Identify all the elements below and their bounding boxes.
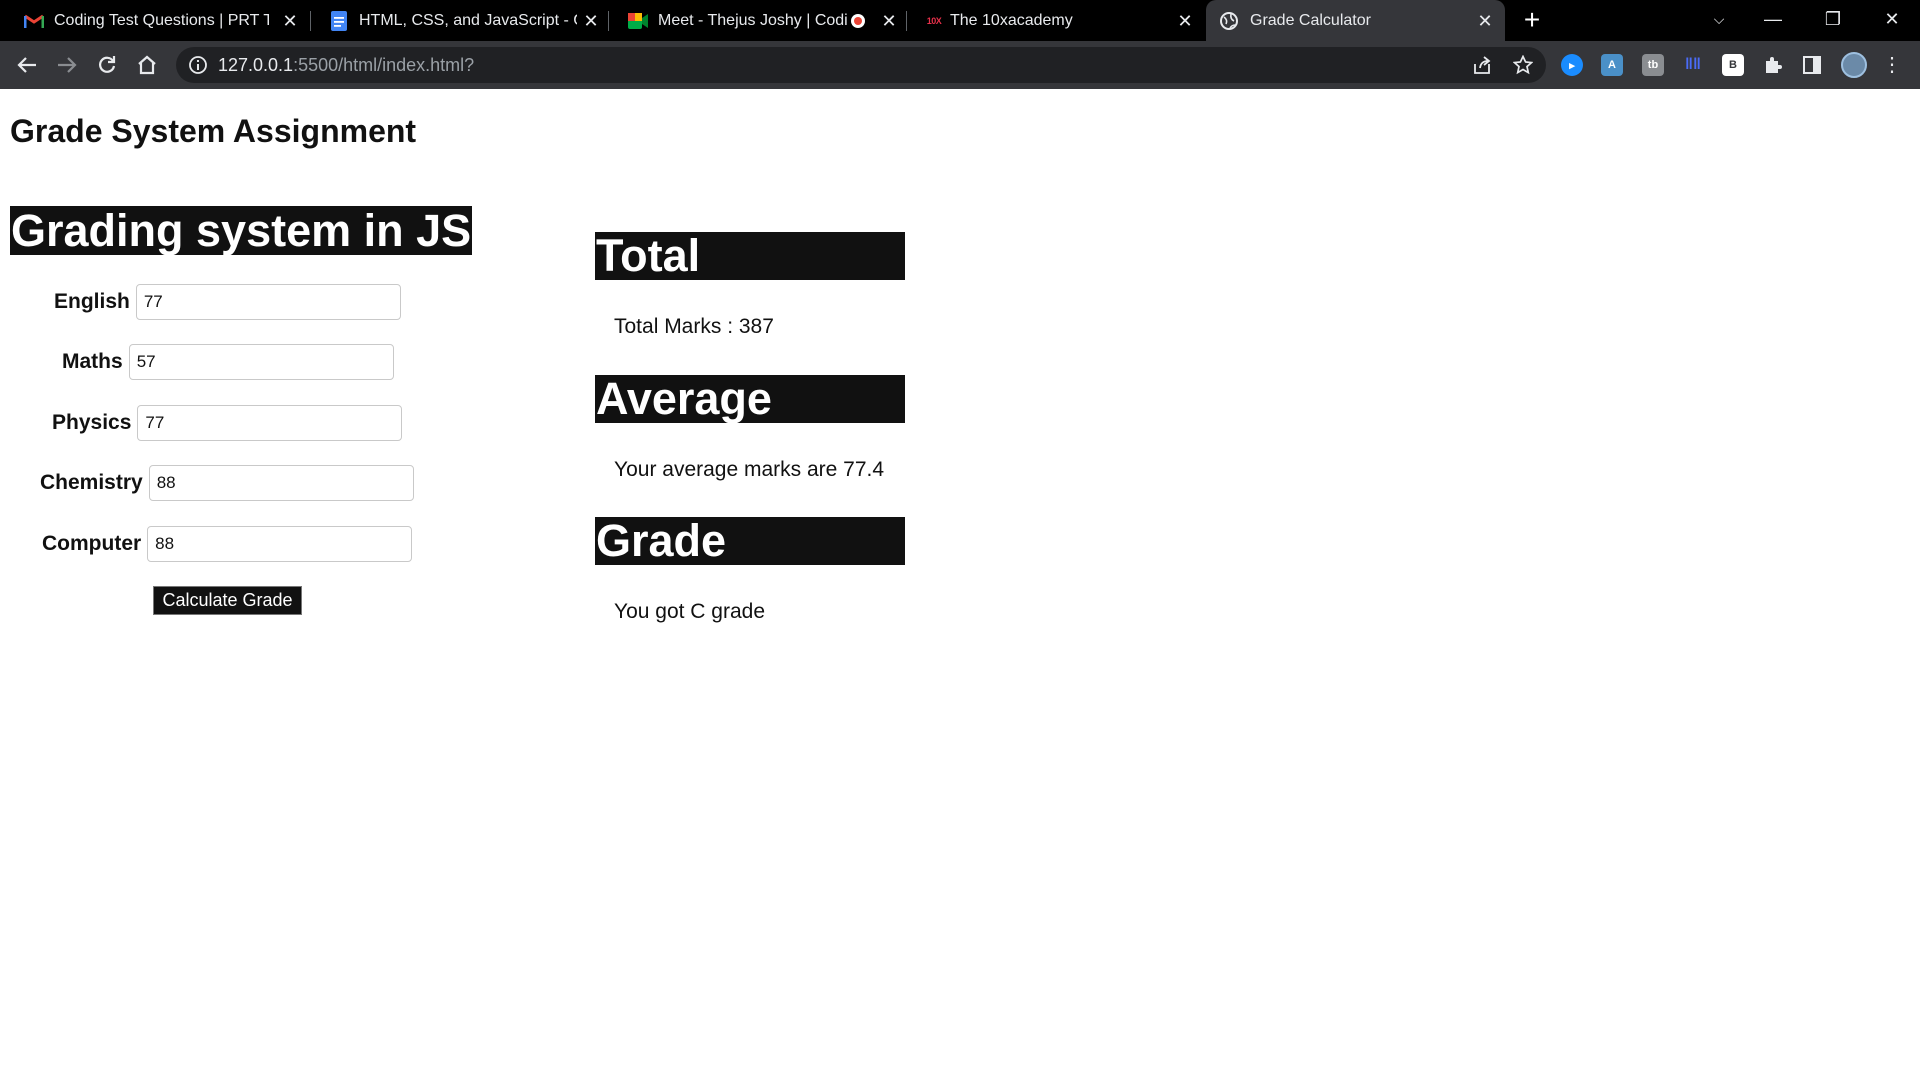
extension-translate-icon[interactable]: A bbox=[1601, 54, 1623, 76]
close-tab-icon[interactable]: ✕ bbox=[1474, 10, 1496, 32]
tab-meet[interactable]: Meet - Thejus Joshy | Coding ✕ bbox=[604, 0, 909, 41]
extension-b-icon[interactable]: B bbox=[1722, 54, 1744, 76]
recording-icon bbox=[851, 14, 865, 28]
close-tab-icon[interactable]: ✕ bbox=[279, 10, 301, 32]
browser-toolbar: 127.0.0.1:5500/html/index.html? ▸ A tb ǁ… bbox=[0, 41, 1920, 89]
extension-tb-icon[interactable]: tb bbox=[1642, 54, 1664, 76]
physics-input[interactable] bbox=[137, 405, 403, 441]
gmail-icon bbox=[24, 11, 44, 31]
meet-icon bbox=[628, 11, 648, 31]
english-input[interactable] bbox=[135, 284, 401, 320]
extensions-puzzle-icon[interactable] bbox=[1762, 54, 1784, 76]
maths-label: Maths bbox=[62, 350, 123, 373]
close-tab-icon[interactable]: ✕ bbox=[580, 10, 602, 32]
total-marks-text: Total Marks : 387 bbox=[614, 315, 774, 338]
computer-label: Computer bbox=[42, 532, 142, 555]
tab-search-icon[interactable]: ⌵ bbox=[1691, 0, 1747, 41]
average-marks-text: Your average marks are 77.4 bbox=[614, 458, 885, 481]
close-tab-icon[interactable]: ✕ bbox=[1174, 10, 1196, 32]
extension-chart-icon[interactable]: ǁǁ bbox=[1682, 54, 1704, 76]
forward-icon[interactable] bbox=[52, 50, 82, 80]
physics-field: Physics bbox=[52, 405, 403, 441]
tab-title: Coding Test Questions | PRT Test bbox=[54, 12, 269, 29]
english-label: English bbox=[54, 290, 130, 313]
tab-docs[interactable]: HTML, CSS, and JavaScript - GRA ✕ bbox=[305, 0, 610, 41]
computer-field: Computer bbox=[42, 526, 413, 562]
maths-input[interactable] bbox=[128, 344, 394, 380]
tab-title: The 10xacademy bbox=[950, 12, 1073, 29]
form-heading: Grading system in JS bbox=[10, 205, 473, 256]
physics-label: Physics bbox=[52, 411, 132, 434]
tab-title: Grade Calculator bbox=[1250, 12, 1371, 29]
restore-icon[interactable]: ❐ bbox=[1805, 0, 1861, 41]
url-text: 127.0.0.1:5500/html/index.html? bbox=[218, 55, 474, 75]
calculate-grade-button[interactable]: Calculate Grade bbox=[153, 586, 302, 615]
grade-result-text: You got C grade bbox=[614, 600, 766, 623]
bookmark-star-icon[interactable] bbox=[1511, 53, 1535, 77]
tab-10xacademy[interactable]: 10X The 10xacademy ✕ bbox=[900, 0, 1205, 41]
chemistry-field: Chemistry bbox=[40, 465, 414, 501]
maths-field: Maths bbox=[62, 344, 394, 380]
tab-gmail[interactable]: Coding Test Questions | PRT Test ✕ bbox=[0, 0, 305, 41]
tab-title: Meet - Thejus Joshy | Coding bbox=[658, 12, 848, 29]
grade-heading: Grade bbox=[595, 517, 905, 565]
page-content: Grade System Assignment Grading system i… bbox=[0, 89, 1920, 1080]
chemistry-input[interactable] bbox=[148, 465, 414, 501]
address-bar[interactable]: 127.0.0.1:5500/html/index.html? bbox=[176, 47, 1546, 83]
tab-grade-calculator[interactable]: Grade Calculator ✕ bbox=[1206, 0, 1505, 41]
10x-icon: 10X bbox=[926, 16, 942, 26]
page-title: Grade System Assignment bbox=[10, 113, 417, 149]
english-field: English bbox=[54, 284, 401, 320]
home-icon[interactable] bbox=[132, 50, 162, 80]
url-path: :5500/html/index.html? bbox=[293, 55, 475, 75]
docs-icon bbox=[329, 11, 349, 31]
side-panel-icon[interactable] bbox=[1801, 54, 1823, 76]
globe-icon bbox=[1219, 11, 1239, 31]
menu-kebab-icon[interactable]: ⋮ bbox=[1882, 54, 1902, 76]
close-tab-icon[interactable]: ✕ bbox=[878, 10, 900, 32]
site-info-icon[interactable] bbox=[188, 55, 208, 75]
back-icon[interactable] bbox=[12, 50, 42, 80]
share-icon[interactable] bbox=[1470, 53, 1494, 77]
profile-avatar[interactable] bbox=[1841, 52, 1867, 78]
tab-title: HTML, CSS, and JavaScript - GRA bbox=[359, 12, 577, 29]
computer-input[interactable] bbox=[147, 526, 413, 562]
total-heading: Total bbox=[595, 232, 905, 280]
reload-icon[interactable] bbox=[92, 50, 122, 80]
average-heading: Average bbox=[595, 375, 905, 423]
minimize-icon[interactable]: — bbox=[1745, 0, 1801, 41]
extension-meet-icon[interactable]: ▸ bbox=[1561, 54, 1583, 76]
new-tab-button[interactable]: + bbox=[1519, 6, 1545, 34]
tab-strip: Coding Test Questions | PRT Test ✕ HTML,… bbox=[0, 0, 1920, 41]
url-host: 127.0.0.1 bbox=[218, 55, 294, 75]
chemistry-label: Chemistry bbox=[40, 471, 143, 494]
window-close-icon[interactable]: ✕ bbox=[1864, 0, 1920, 41]
